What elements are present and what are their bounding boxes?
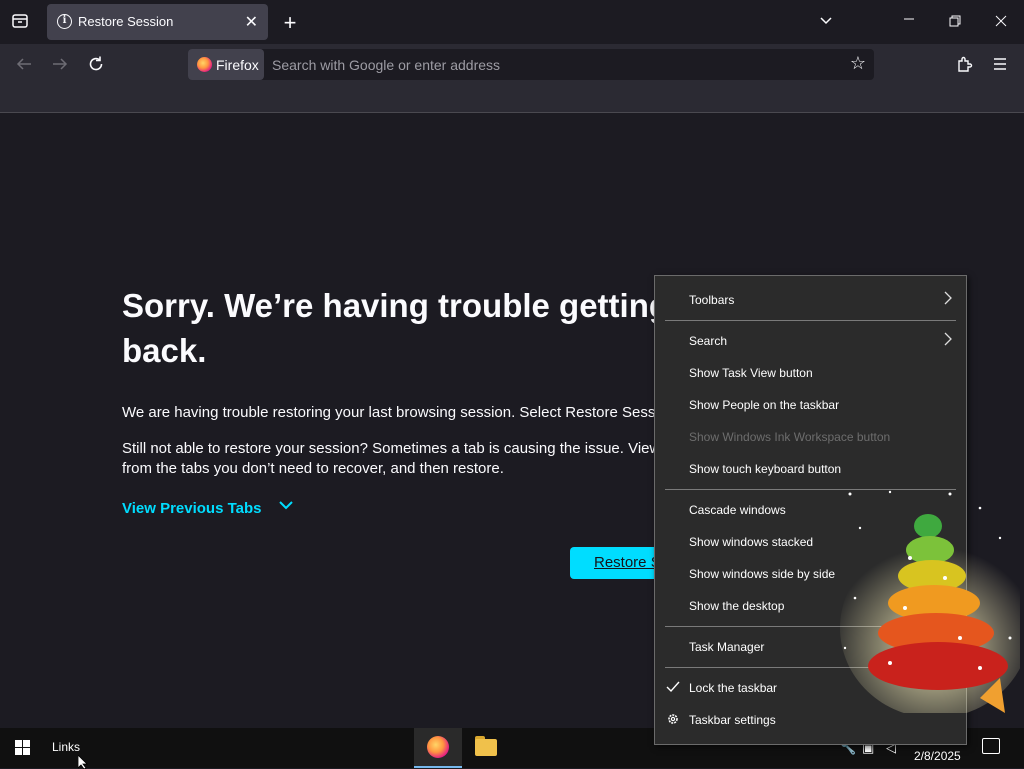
- notification-icon[interactable]: [982, 738, 1000, 754]
- restore-help-line-1: Still not able to restore your session? …: [122, 440, 661, 457]
- reload-button[interactable]: [86, 55, 106, 78]
- identity-box[interactable]: Firefox: [188, 49, 264, 80]
- close-window-button[interactable]: [992, 14, 1010, 32]
- view-previous-tabs-link[interactable]: View Previous Tabs: [122, 500, 262, 517]
- restore-description: We are having trouble restoring your las…: [122, 404, 667, 421]
- close-icon[interactable]: ✕: [245, 12, 258, 32]
- menu-item-toolbars[interactable]: Toolbars: [655, 284, 966, 316]
- restore-help-line-2: from the tabs you don’t need to recover,…: [122, 460, 504, 477]
- url-bar[interactable]: Firefox Search with Google or enter addr…: [188, 49, 874, 80]
- bookmarks-toolbar: [0, 86, 1024, 113]
- tab-restore-session[interactable]: i Restore Session ✕: [47, 4, 268, 40]
- chevron-right-icon: [942, 291, 954, 308]
- list-all-tabs-icon: [12, 14, 28, 28]
- reload-icon: [89, 56, 103, 71]
- minimize-button[interactable]: [900, 12, 918, 30]
- start-button[interactable]: [0, 728, 46, 768]
- tab-title: Restore Session: [78, 14, 174, 29]
- taskbar-firefox[interactable]: [414, 728, 462, 768]
- links-toolbar[interactable]: Links: [52, 740, 80, 754]
- chevron-down-icon: [820, 17, 832, 25]
- back-icon: [16, 58, 31, 70]
- menu-separator: [665, 320, 956, 321]
- info-icon: i: [57, 14, 72, 29]
- taskbar-file-explorer[interactable]: [462, 728, 510, 768]
- menu-item-show-touch-keyboard[interactable]: Show touch keyboard button: [655, 453, 966, 485]
- checkmark-icon: [666, 680, 680, 697]
- star-icon[interactable]: ☆: [850, 53, 866, 74]
- app-menu-button[interactable]: [990, 56, 1010, 77]
- mouse-cursor: [78, 755, 88, 769]
- firefox-icon: [197, 57, 212, 72]
- minimize-icon: [904, 18, 914, 20]
- page-title: Sorry. We’re having trouble getting back…: [122, 287, 670, 369]
- back-button[interactable]: [14, 55, 34, 78]
- forward-button[interactable]: [50, 55, 70, 78]
- tab-list-button[interactable]: [816, 12, 836, 33]
- close-icon: [995, 15, 1007, 27]
- tray-date[interactable]: 2/8/2025: [914, 749, 961, 763]
- identity-label: Firefox: [216, 57, 259, 73]
- url-input[interactable]: Search with Google or enter address: [272, 57, 500, 73]
- new-tab-icon: +: [283, 10, 297, 35]
- firefox-icon: [427, 736, 449, 758]
- menu-icon: [994, 58, 1006, 70]
- list-all-tabs-button[interactable]: [10, 12, 30, 32]
- extensions-button[interactable]: [955, 55, 975, 78]
- menu-item-search[interactable]: Search: [655, 325, 966, 357]
- menu-item-show-ink-workspace: Show Windows Ink Workspace button: [689, 430, 891, 444]
- maximize-icon: [949, 15, 961, 27]
- tab-strip: i Restore Session ✕ +: [0, 0, 1024, 44]
- maximize-button[interactable]: [946, 14, 964, 32]
- chevron-right-icon: [942, 332, 954, 349]
- menu-item-show-task-view[interactable]: Show Task View button: [655, 357, 966, 389]
- new-tab-button[interactable]: +: [280, 10, 300, 36]
- christmas-tree-decoration: [840, 490, 1020, 713]
- forward-icon: [53, 58, 68, 70]
- chevron-down-icon[interactable]: [278, 497, 294, 518]
- gear-icon: [666, 712, 680, 729]
- windows-start-icon: [15, 740, 31, 756]
- navigation-toolbar: Firefox Search with Google or enter addr…: [0, 44, 1024, 86]
- extensions-icon: [958, 56, 973, 72]
- menu-item-show-people[interactable]: Show People on the taskbar: [655, 389, 966, 421]
